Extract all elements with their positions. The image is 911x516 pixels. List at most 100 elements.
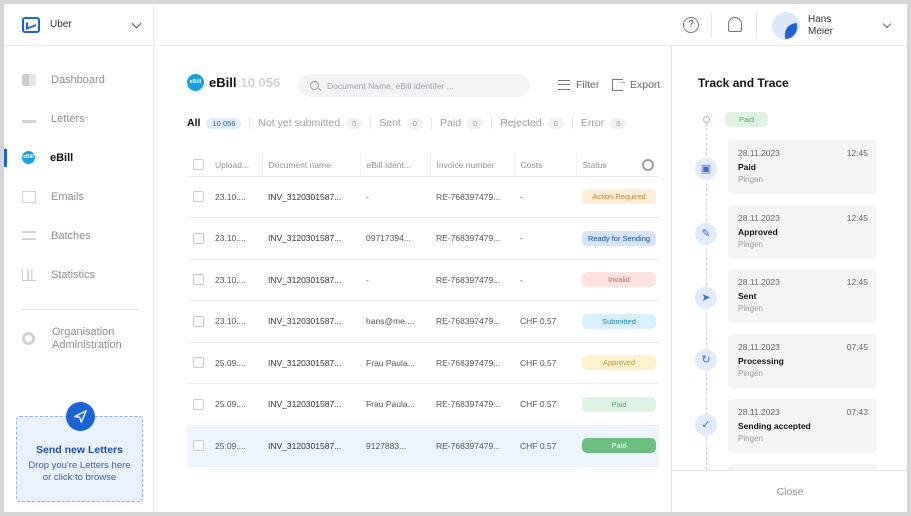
help-icon[interactable]: ? — [683, 17, 699, 33]
tab-count-badge: 0 — [610, 117, 627, 129]
tab-not-yet-submitted[interactable]: Not yet submitted 0 — [258, 117, 372, 129]
search-box[interactable] — [298, 74, 530, 97]
letter-icon — [22, 115, 36, 123]
status-badge: Paid — [582, 396, 656, 412]
cell-document: INV_3120301587... — [262, 383, 360, 426]
status-badge: Action Required — [582, 189, 656, 205]
sidebar-item-label: eBill — [50, 151, 74, 164]
chevron-down-icon[interactable] — [882, 19, 892, 29]
page-title-count: 10 056 — [240, 75, 281, 90]
status-badge: Submitted — [582, 313, 656, 329]
tab-rejected[interactable]: Rejected 0 — [500, 117, 573, 129]
cell-cost: - — [514, 176, 576, 218]
upload-dropzone[interactable]: Send new Letters Drop you're Letters her… — [16, 402, 143, 502]
row-checkbox[interactable] — [193, 191, 204, 203]
refresh-icon: ↻ — [695, 349, 717, 371]
export-icon — [612, 76, 627, 91]
sidebar-item-statistics[interactable]: Statistics — [4, 255, 154, 294]
select-all-cell — [187, 154, 209, 177]
cell-date: 23.10.... — [209, 176, 262, 218]
org-switcher[interactable]: Uber — [4, 4, 154, 46]
column-settings-cell — [636, 154, 659, 177]
cell-cost: CHF 0.57 — [514, 383, 576, 426]
row-checkbox[interactable] — [193, 274, 204, 286]
timeline-start-dot — [703, 116, 710, 123]
timeline-event: 28.11.2023 07:43 Sending accepted Pingen — [728, 399, 877, 453]
signature-icon: ✎ — [695, 223, 717, 245]
tab-all[interactable]: All 10 056 — [187, 117, 251, 129]
select-all-checkbox[interactable] — [193, 159, 204, 171]
row-checkbox[interactable] — [193, 398, 204, 410]
cell-cost: - — [514, 217, 576, 260]
column-header-invoice[interactable]: Invoice number — [429, 154, 514, 177]
timeline-event: 28.11.2023 12:45 Approved Pingen — [728, 205, 877, 259]
table-row[interactable]: 23.10.... INV_3120301587... - RE-7683974… — [187, 176, 659, 218]
cell-document: INV_3120301587... — [262, 425, 360, 467]
cell-document: INV_3120301587... — [262, 300, 360, 343]
table-row[interactable]: 23.10.... INV_3120301587... 09717394... … — [187, 217, 659, 260]
tab-error[interactable]: Error 0 — [581, 117, 635, 129]
search-input[interactable] — [327, 80, 507, 91]
user-name[interactable]: Hans Meier — [808, 14, 833, 38]
sidebar-item-label: Emails — [51, 190, 85, 203]
gear-icon[interactable] — [642, 158, 654, 171]
org-name: Uber — [50, 19, 72, 30]
sidebar-item-org-admin[interactable]: Organisation Administration — [22, 326, 122, 352]
table-row[interactable]: 25.09.... INV_3120301587... Frau Paula..… — [187, 342, 659, 384]
ebill-table: Upload... Document name eBill Ident... I… — [187, 154, 659, 467]
column-header-document[interactable]: Document name — [261, 154, 360, 177]
row-checkbox[interactable] — [193, 232, 204, 244]
column-header-status[interactable]: Status — [575, 154, 636, 177]
table-row[interactable]: 25.09.... INV_3120301587... Frau Paula..… — [187, 383, 659, 426]
sidebar-item-letters[interactable]: Letters — [4, 99, 154, 138]
tab-count-badge: 0 — [346, 117, 363, 129]
avatar[interactable] — [772, 12, 800, 40]
filter-button[interactable]: Filter — [558, 79, 599, 91]
cell-document: INV_3120301587... — [262, 259, 360, 301]
sidebar-item-label: Letters — [51, 112, 85, 125]
column-header-ebill-ident[interactable]: eBill Ident... — [359, 154, 430, 177]
cell-ident: - — [360, 259, 430, 301]
row-checkbox[interactable] — [193, 315, 204, 327]
column-header-costs[interactable]: Costs — [513, 154, 576, 177]
cell-cost: CHF 0.57 — [514, 425, 576, 467]
cell-ident: Frau Paula... — [360, 342, 430, 384]
status-badge: Paid — [582, 438, 656, 454]
ebill-icon: eBill — [187, 74, 204, 91]
table-row-selected[interactable]: 25.09.... INV_3120301587... 9127883... R… — [187, 425, 659, 467]
tab-sent[interactable]: Sent 0 — [379, 117, 433, 129]
timeline-event: 28.11.2023 12:45 Sent Pingen — [728, 269, 877, 323]
row-checkbox[interactable] — [193, 440, 204, 452]
cell-invoice: RE-768397479... — [430, 176, 514, 218]
close-button[interactable]: Close — [672, 470, 907, 512]
header-divider — [711, 12, 712, 38]
cell-document: INV_3120301587... — [262, 217, 360, 260]
tab-paid[interactable]: Paid 0 — [440, 117, 493, 129]
cell-date: 23.10.... — [209, 300, 262, 343]
send-letter-button[interactable] — [66, 402, 95, 431]
layers-icon — [22, 231, 36, 240]
bell-icon[interactable] — [728, 17, 742, 32]
cell-cost: - — [514, 259, 576, 301]
sidebar-item-emails[interactable]: Emails — [4, 177, 154, 216]
cell-ident: 9127883... — [360, 425, 430, 467]
cell-date: 25.09.... — [209, 425, 262, 467]
row-checkbox[interactable] — [193, 357, 204, 369]
sidebar-item-ebill[interactable]: eBill eBill — [4, 138, 154, 177]
tab-count-badge: 0 — [467, 117, 484, 129]
export-button[interactable]: Export — [612, 76, 660, 91]
search-icon — [310, 81, 319, 90]
sidebar-item-dashboard[interactable]: Dashboard — [4, 60, 154, 99]
header-divider — [756, 12, 757, 38]
sidebar-item-batches[interactable]: Batches — [4, 216, 154, 255]
wallet-icon: ▣ — [695, 158, 717, 180]
cell-invoice: RE-768397479... — [430, 300, 514, 343]
track-trace-panel: Track and Trace Paid ▣ 28.11.2023 12:45 … — [671, 46, 907, 512]
cell-ident: 09717394... — [360, 217, 430, 260]
column-header-upload[interactable]: Upload... — [209, 154, 262, 177]
table-row[interactable]: 23.10.... INV_3120301587... - RE-7683974… — [187, 259, 659, 301]
table-row[interactable]: 23.10.... INV_3120301587... hans@me.... … — [187, 300, 659, 343]
upload-title: Send new Letters — [36, 444, 123, 456]
cell-ident: Frau Paula... — [360, 383, 430, 426]
tab-count-badge: 0 — [406, 117, 424, 129]
